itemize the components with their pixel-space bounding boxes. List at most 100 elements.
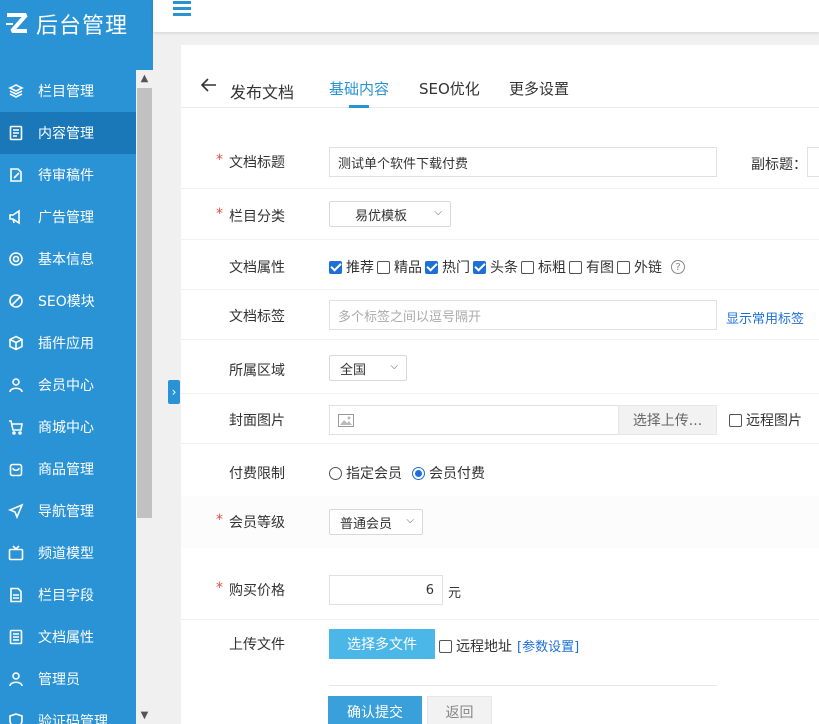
region-label: 所属区域 bbox=[229, 363, 285, 379]
attribute-checkbox[interactable]: 头条 bbox=[473, 257, 518, 277]
sidebar-item[interactable]: 待审稿件 bbox=[0, 154, 136, 196]
sidebar-item-label: 广告管理 bbox=[38, 210, 94, 226]
scroll-down-arrow-icon[interactable]: ▼ bbox=[136, 707, 153, 724]
sidebar-item-label: 栏目管理 bbox=[38, 84, 94, 100]
chevron-down-icon: ⌵ bbox=[390, 361, 398, 372]
select-files-button[interactable]: 选择多文件 bbox=[329, 629, 435, 659]
param-settings-link[interactable]: [参数设置] bbox=[517, 636, 579, 655]
hamburger-menu-icon[interactable] bbox=[173, 1, 191, 17]
pay-option-label: 指定会员 bbox=[346, 466, 402, 482]
admin-icon bbox=[8, 671, 24, 687]
category-select[interactable]: 易优模板 ⌵ bbox=[329, 201, 451, 227]
required-mark: * bbox=[216, 152, 223, 168]
attribute-label: 外链 bbox=[634, 260, 662, 276]
attribute-checkbox[interactable]: 推荐 bbox=[329, 257, 374, 277]
sidebar-item[interactable]: 广告管理 bbox=[0, 196, 136, 238]
back-button[interactable]: 返回 bbox=[427, 696, 492, 724]
remote-address-label: 远程地址 bbox=[456, 639, 512, 655]
top-bar bbox=[153, 0, 819, 32]
checkbox-box bbox=[521, 260, 534, 274]
sidebar-item[interactable]: 验证码管理 bbox=[0, 700, 136, 724]
cover-path-input[interactable] bbox=[329, 405, 619, 435]
logo-text: 后台管理 bbox=[36, 14, 129, 39]
tab-seo[interactable]: SEO优化 bbox=[419, 78, 480, 99]
common-tags-link[interactable]: 显示常用标签 bbox=[726, 308, 804, 327]
row-upload: 上传文件 选择多文件 远程地址 [参数设置] bbox=[181, 620, 819, 686]
content-panel: 发布文档 基础内容 SEO优化 更多设置 * 文档标题 测试单个软件下载付费 副… bbox=[181, 45, 819, 724]
remote-address-checkbox[interactable]: 远程地址 bbox=[439, 636, 512, 656]
tags-label: 文档标签 bbox=[229, 309, 285, 325]
region-select[interactable]: 全国 ⌵ bbox=[329, 355, 407, 381]
attribute-checkbox[interactable]: 有图 bbox=[569, 257, 614, 277]
row-attributes: 文档属性 推荐 精品 热门 头条 标粗 有图 外链? bbox=[181, 240, 819, 290]
subtitle-input[interactable] bbox=[807, 147, 819, 177]
sidebar-scrollbar[interactable]: ▲ ▼ bbox=[136, 70, 153, 724]
price-input[interactable]: 6 bbox=[329, 575, 443, 605]
gear-icon bbox=[8, 251, 24, 267]
document-icon bbox=[8, 125, 24, 141]
cover-remote-label: 远程图片 bbox=[746, 413, 802, 429]
file-text-icon bbox=[8, 587, 24, 603]
radio-dot bbox=[412, 466, 425, 480]
tv-icon bbox=[8, 545, 24, 561]
checkbox-box bbox=[377, 260, 390, 274]
sidebar-item[interactable]: 内容管理 bbox=[0, 112, 136, 154]
chevron-down-icon: ⌵ bbox=[406, 515, 414, 526]
scroll-up-arrow-icon[interactable]: ▲ bbox=[136, 70, 153, 87]
attribute-checkbox[interactable]: 热门 bbox=[425, 257, 470, 277]
submit-button[interactable]: 确认提交 bbox=[328, 696, 422, 724]
shield-icon bbox=[8, 713, 24, 724]
required-mark: * bbox=[216, 206, 223, 222]
row-cover: 封面图片 选择上传... 远程图片 bbox=[181, 394, 819, 444]
back-arrow-icon[interactable] bbox=[200, 77, 217, 96]
sidebar-menu: 栏目管理内容管理待审稿件广告管理基本信息 SEO模块插件应用会员中心 商城中心商品管… bbox=[0, 70, 136, 724]
attribute-checkbox[interactable]: 外链 bbox=[617, 257, 662, 277]
row-tags: 文档标签 多个标签之间以逗号隔开 显示常用标签 bbox=[181, 290, 819, 340]
row-pay-limit: 付费限制 指定会员 会员付费 bbox=[181, 444, 819, 496]
sidebar-item[interactable]: 商品管理 bbox=[0, 448, 136, 490]
row-category: * 栏目分类 易优模板 ⌵ bbox=[181, 189, 819, 240]
help-icon[interactable]: ? bbox=[671, 260, 685, 274]
sidebar-item[interactable]: 导航管理 bbox=[0, 490, 136, 532]
title-label: 文档标题 bbox=[229, 155, 285, 171]
radio-dot bbox=[329, 466, 342, 480]
tags-input[interactable]: 多个标签之间以逗号隔开 bbox=[329, 300, 717, 330]
attribute-checkbox[interactable]: 标粗 bbox=[521, 257, 566, 277]
cover-upload-button[interactable]: 选择上传... bbox=[618, 405, 717, 435]
user-icon bbox=[8, 377, 24, 393]
active-tab-indicator bbox=[349, 105, 369, 108]
sidebar-item[interactable]: 管理员 bbox=[0, 658, 136, 700]
price-label: 购买价格 bbox=[229, 583, 285, 599]
sidebar-item[interactable]: 插件应用 bbox=[0, 322, 136, 364]
pay-options-group: 指定会员 会员付费 bbox=[329, 463, 495, 483]
sidebar-item-label: 商品管理 bbox=[38, 462, 94, 478]
tab-more-settings[interactable]: 更多设置 bbox=[509, 78, 569, 99]
sidebar-item[interactable]: 栏目字段 bbox=[0, 574, 136, 616]
scroll-thumb[interactable] bbox=[137, 88, 152, 518]
sidebar-item[interactable]: 文档属性 bbox=[0, 616, 136, 658]
member-level-select[interactable]: 普通会员 ⌵ bbox=[329, 509, 423, 535]
cover-remote-checkbox[interactable]: 远程图片 bbox=[729, 410, 802, 430]
sidebar-item[interactable]: SEO模块 bbox=[0, 280, 136, 322]
pay-option-radio[interactable]: 指定会员 bbox=[329, 463, 402, 483]
tab-basic[interactable]: 基础内容 bbox=[329, 78, 389, 99]
sidebar-item[interactable]: 会员中心 bbox=[0, 364, 136, 406]
sidebar-item[interactable]: 基本信息 bbox=[0, 238, 136, 280]
edit-icon bbox=[8, 167, 24, 183]
sidebar-item[interactable]: 频道模型 bbox=[0, 532, 136, 574]
attribute-label: 推荐 bbox=[346, 260, 374, 276]
page-title: 发布文档 bbox=[230, 83, 295, 102]
pay-option-radio[interactable]: 会员付费 bbox=[412, 463, 485, 483]
cover-label: 封面图片 bbox=[229, 413, 285, 429]
title-input[interactable]: 测试单个软件下载付费 bbox=[329, 147, 717, 177]
sidebar-item-label: 栏目字段 bbox=[38, 588, 94, 604]
sidebar-item[interactable]: 栏目管理 bbox=[0, 70, 136, 112]
attribute-checkbox[interactable]: 精品 bbox=[377, 257, 422, 277]
sidebar-collapse-button[interactable]: › bbox=[168, 380, 180, 404]
sidebar-item-label: 待审稿件 bbox=[38, 168, 94, 184]
sidebar-item-label: 插件应用 bbox=[38, 336, 94, 352]
logo[interactable]: 后台管理 bbox=[0, 0, 153, 48]
sidebar-item[interactable]: 商城中心 bbox=[0, 406, 136, 448]
cart-icon bbox=[8, 419, 24, 435]
checkbox-box bbox=[729, 413, 742, 427]
